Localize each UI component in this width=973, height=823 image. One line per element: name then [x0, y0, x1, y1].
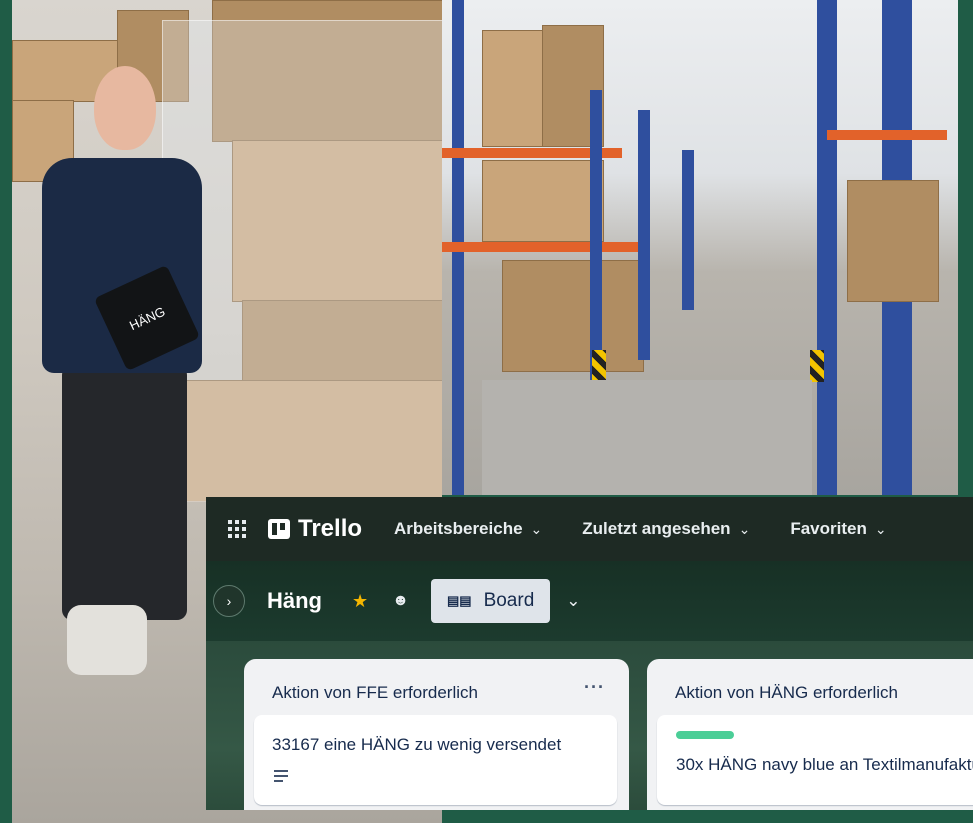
description-icon — [274, 770, 288, 785]
warehouse-aisle-photo — [442, 0, 958, 495]
board-view-label: Board — [483, 590, 535, 611]
bag-print-text: HÄNG — [126, 303, 168, 333]
app-switcher-icon[interactable] — [228, 520, 246, 538]
list-column: Aktion von HÄNG erforderlich 30x HÄNG na… — [647, 659, 973, 810]
board-view-button[interactable]: ▤▤ Board — [430, 579, 551, 623]
top-nav-bar: Trello Arbeitsbereiche ⌄ Zuletzt angesehe… — [206, 497, 973, 561]
trello-logo-icon — [268, 519, 290, 539]
more-icon[interactable]: ··· — [584, 677, 605, 698]
list-title[interactable]: Aktion von FFE erforderlich — [272, 683, 478, 703]
trello-logo-text: Trello — [298, 515, 363, 542]
card[interactable]: 33167 eine HÄNG zu wenig versendet — [254, 715, 617, 805]
expand-sidebar-button[interactable]: › — [213, 585, 245, 617]
board-title[interactable]: Häng — [267, 588, 322, 614]
nav-arbeitsbereiche[interactable]: Arbeitsbereiche ⌄ — [394, 519, 542, 539]
board-view-icon: ▤▤ — [446, 593, 472, 608]
card-title: 30x HÄNG navy blue an Textilmanufaktur — [676, 755, 973, 774]
star-icon[interactable]: ★ — [352, 591, 368, 612]
chevron-down-icon: ⌄ — [530, 520, 543, 537]
card[interactable]: 30x HÄNG navy blue an Textilmanufaktur — [657, 715, 973, 805]
nav-zuletzt-angesehen[interactable]: Zuletzt angesehen ⌄ — [582, 519, 750, 539]
chevron-down-icon: ⌄ — [738, 520, 751, 537]
card-title: 33167 eine HÄNG zu wenig versendet — [272, 735, 562, 754]
nav-label: Zuletzt angesehen — [582, 519, 731, 538]
nav-label: Arbeitsbereiche — [394, 519, 523, 538]
chevron-down-icon[interactable]: ⌄ — [566, 591, 580, 611]
lists-area: Aktion von FFE erforderlich ··· 33167 ei… — [206, 641, 973, 810]
visibility-icon[interactable]: ☻ — [392, 592, 409, 610]
trello-window: Trello Arbeitsbereiche ⌄ Zuletzt angesehe… — [206, 497, 973, 810]
card-label[interactable] — [676, 731, 734, 739]
chevron-right-icon: › — [226, 593, 232, 609]
chevron-down-icon: ⌄ — [874, 520, 887, 537]
trello-logo[interactable]: Trello — [268, 515, 362, 543]
nav-favoriten[interactable]: Favoriten ⌄ — [790, 519, 886, 539]
board-header: › Häng ★ ☻ ▤▤ Board ⌄ — [206, 561, 973, 641]
list-column: Aktion von FFE erforderlich ··· 33167 ei… — [244, 659, 629, 810]
list-title[interactable]: Aktion von HÄNG erforderlich — [675, 683, 898, 703]
nav-label: Favoriten — [790, 519, 867, 538]
